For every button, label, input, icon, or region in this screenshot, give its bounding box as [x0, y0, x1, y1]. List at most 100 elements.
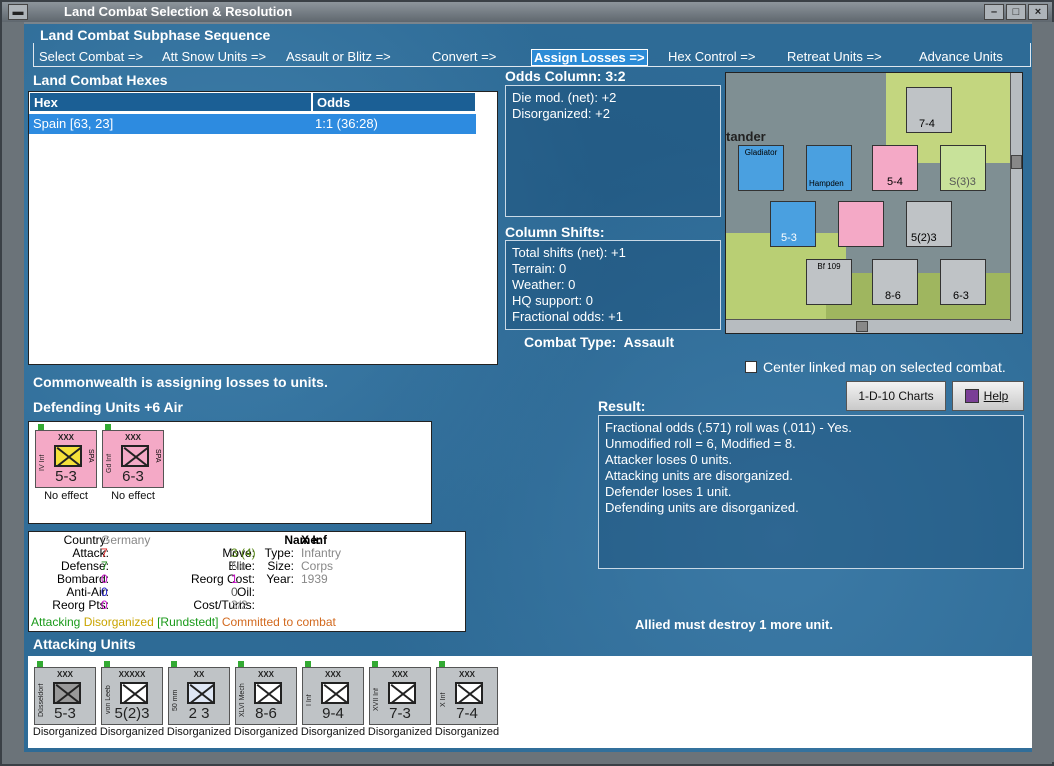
- map-scroll-thumb[interactable]: [856, 321, 868, 332]
- odds-title: Odds Column: 3:2: [505, 68, 626, 84]
- counter-marker: [105, 424, 111, 430]
- attacking-panel: XXX Düsseldorf 5-3 Disorganized XXXXX von L…: [28, 656, 1032, 748]
- center-map-checkbox[interactable]: [745, 361, 757, 373]
- counter-marker: [37, 661, 43, 667]
- counter-marker: [305, 661, 311, 667]
- map-counter[interactable]: 5(2)3: [906, 201, 952, 247]
- step-convert[interactable]: Convert =>: [432, 49, 496, 64]
- counter-size: XXX: [257, 670, 274, 679]
- step-retreat[interactable]: Retreat Units =>: [787, 49, 882, 64]
- map-counter[interactable]: 6-3: [940, 259, 986, 305]
- counter-size: XX: [193, 670, 205, 679]
- attacker-counter[interactable]: XXX X Inf 7-4: [436, 661, 498, 725]
- shift-fractional: Fractional odds: +1: [512, 309, 623, 324]
- table-row[interactable]: Spain [63, 23] 1:1 (36:28): [29, 114, 476, 134]
- help-label: Help: [983, 389, 1009, 403]
- counter-marker: [372, 661, 378, 667]
- counter-value: 2 3: [188, 705, 210, 722]
- counter-tag: SPA: [154, 449, 161, 463]
- attacker-status: Disorganized: [32, 726, 98, 738]
- bottom-border: [2, 752, 1052, 764]
- attacker-status: Disorganized: [367, 726, 433, 738]
- attacker-counter[interactable]: XX 50 mm 2 3: [168, 661, 230, 725]
- attacker-counter[interactable]: XXX Düsseldorf 5-3: [34, 661, 96, 725]
- system-menu-icon[interactable]: ▬: [8, 4, 28, 20]
- close-icon[interactable]: ×: [1028, 4, 1048, 20]
- map-counter[interactable]: S(3)3: [940, 145, 986, 191]
- sequence-title: Land Combat Subphase Sequence: [40, 27, 271, 43]
- allied-message: Allied must destroy 1 more unit.: [635, 617, 833, 632]
- counter-size: XXX: [391, 670, 408, 679]
- hexes-table: Hex Odds Spain [63, 23] 1:1 (36:28): [28, 91, 498, 365]
- attacker-status: Disorganized: [434, 726, 500, 738]
- attacker-counter[interactable]: XXX XLVI Mech 8-6: [235, 661, 297, 725]
- counter-marker: [171, 661, 177, 667]
- counter-value: 7-3: [389, 705, 411, 722]
- attacker-counter[interactable]: XXXXX von Leeb 5(2)3: [101, 661, 163, 725]
- map-vscrollbar[interactable]: [1010, 73, 1022, 321]
- reorgpts-label: Reorg Pts:: [52, 598, 109, 612]
- map-counter[interactable]: 5-3: [770, 201, 816, 247]
- map-counter-label: 5-3: [781, 232, 797, 244]
- result-line: Attacking units are disorganized.: [605, 468, 793, 483]
- defender-counter[interactable]: XXX IV Inf SPA 5-3: [35, 424, 97, 488]
- defender-status: No effect: [44, 490, 88, 502]
- col-odds[interactable]: Odds: [312, 92, 476, 112]
- detail-labels-3: Type: Size: Year:: [262, 547, 294, 586]
- shift-terrain: Terrain: 0: [512, 261, 567, 276]
- map-counter[interactable]: [838, 201, 884, 247]
- linked-map[interactable]: tander Gladiator Hampden 5-4 S(3)3 7-4 5…: [725, 72, 1023, 334]
- die-mod: Die mod. (net): +2: [512, 90, 617, 105]
- attacker-counter[interactable]: XXX I Inf 9-4: [302, 661, 364, 725]
- step-att-snow[interactable]: Att Snow Units =>: [162, 49, 266, 64]
- result-line: Defending units are disorganized.: [605, 500, 799, 515]
- row-hex: Spain [63, 23]: [33, 116, 114, 131]
- shift-total: Total shifts (net): +1: [512, 245, 626, 260]
- counter-size: XXX: [124, 433, 141, 442]
- counter-size: XXX: [56, 670, 73, 679]
- minimize-icon[interactable]: –: [984, 4, 1004, 20]
- map-counter-label: 5(2)3: [911, 232, 937, 244]
- map-counter-label: Bf 109: [817, 262, 841, 271]
- disorganized-mod: Disorganized: +2: [512, 106, 610, 121]
- map-counter[interactable]: 7-4: [906, 87, 952, 133]
- counter-marker: [104, 661, 110, 667]
- detail-flags: Attacking Disorganized [Rundstedt] Commi…: [31, 616, 336, 629]
- map-scrollbar[interactable]: [726, 319, 1022, 333]
- step-assign-losses[interactable]: Assign Losses =>: [531, 49, 648, 66]
- map-counter-label: S(3)3: [949, 176, 976, 188]
- status-message: Commonwealth is assigning losses to unit…: [33, 374, 328, 390]
- infantry-symbol-icon: [321, 682, 349, 704]
- counter-marker: [38, 424, 44, 430]
- map-counter[interactable]: Bf 109: [806, 259, 852, 305]
- attacker-status: Disorganized: [99, 726, 165, 738]
- counter-value: 7-4: [456, 705, 478, 722]
- step-advance[interactable]: Advance Units: [919, 49, 1003, 64]
- map-vscroll-thumb[interactable]: [1011, 155, 1022, 169]
- counter-value: 5-3: [55, 468, 77, 485]
- maximize-icon[interactable]: □: [1006, 4, 1026, 20]
- defender-counter[interactable]: XXX Gd Inf SPA 6-3: [102, 424, 164, 488]
- counter-value: 9-4: [322, 705, 344, 722]
- map-label: tander: [726, 129, 766, 144]
- step-hex-control[interactable]: Hex Control =>: [668, 49, 755, 64]
- row-odds: 1:1 (36:28): [315, 116, 378, 131]
- map-counter-label: 6-3: [953, 290, 969, 302]
- step-select-combat[interactable]: Select Combat =>: [39, 49, 143, 64]
- result-line: Defender loses 1 unit.: [605, 484, 732, 499]
- attacker-counter[interactable]: XXX XVII Inf 7-3: [369, 661, 431, 725]
- charts-button[interactable]: 1-D-10 Charts: [846, 381, 946, 411]
- map-counter[interactable]: Hampden: [806, 145, 852, 191]
- flag-attacking: Attacking: [31, 615, 81, 629]
- col-hex[interactable]: Hex: [29, 92, 312, 112]
- map-counter[interactable]: 5-4: [872, 145, 918, 191]
- attacker-status: Disorganized: [300, 726, 366, 738]
- step-assault-blitz[interactable]: Assault or Blitz =>: [286, 49, 391, 64]
- map-counter[interactable]: 8-6: [872, 259, 918, 305]
- defending-title: Defending Units +6 Air: [33, 399, 184, 415]
- help-button[interactable]: Help: [952, 381, 1024, 411]
- map-counter[interactable]: Gladiator: [738, 145, 784, 191]
- map-counter-label: 8-6: [885, 290, 901, 302]
- map-counter-label: Hampden: [809, 179, 844, 188]
- title-bar[interactable]: ▬ Land Combat Selection & Resolution – □…: [2, 2, 1052, 22]
